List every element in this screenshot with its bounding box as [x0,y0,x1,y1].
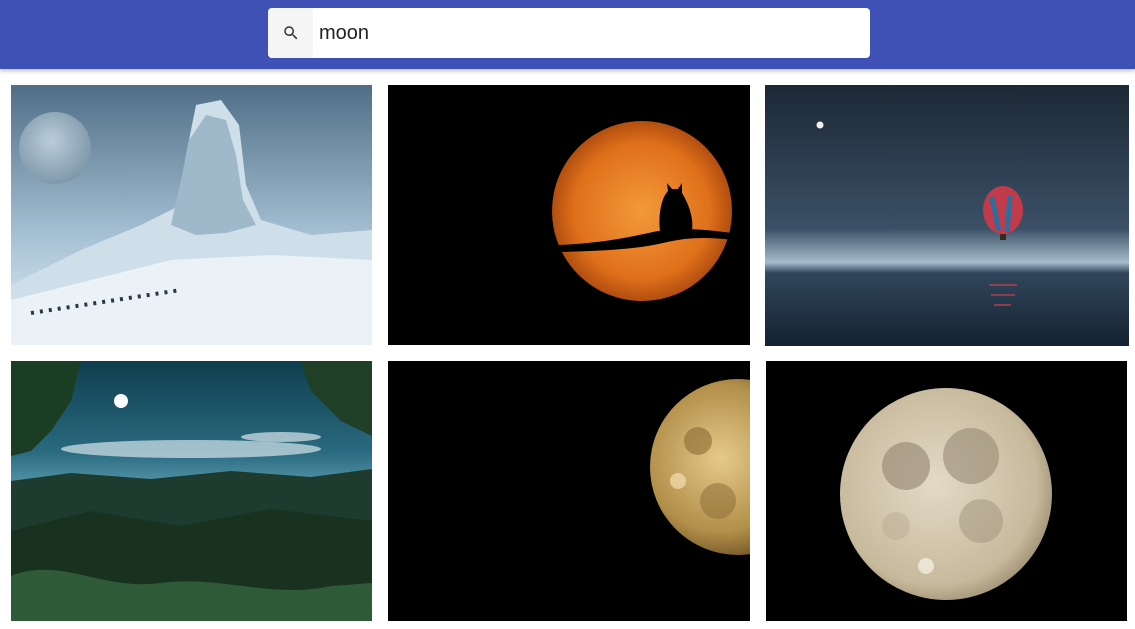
results-grid [0,69,1135,629]
cat-on-branch-orange-moon-image [388,85,750,345]
hot-air-balloon-night-sea-image [765,85,1129,346]
result-image-1[interactable] [11,85,372,345]
result-image-4[interactable] [11,361,372,621]
result-image-6[interactable] [766,361,1127,621]
search-icon [283,26,297,40]
result-image-2[interactable] [388,85,750,345]
search-bar [268,8,870,58]
half-moon-crater-black-image [388,361,750,621]
statue-moon-snow-image [11,85,372,345]
forest-moonlit-landscape-image [11,361,372,621]
search-input[interactable] [313,8,870,58]
result-image-5[interactable] [388,361,750,621]
app-bar [0,0,1135,69]
search-button[interactable] [268,8,313,58]
full-moon-black-image [766,361,1127,621]
result-image-3[interactable] [765,85,1129,346]
